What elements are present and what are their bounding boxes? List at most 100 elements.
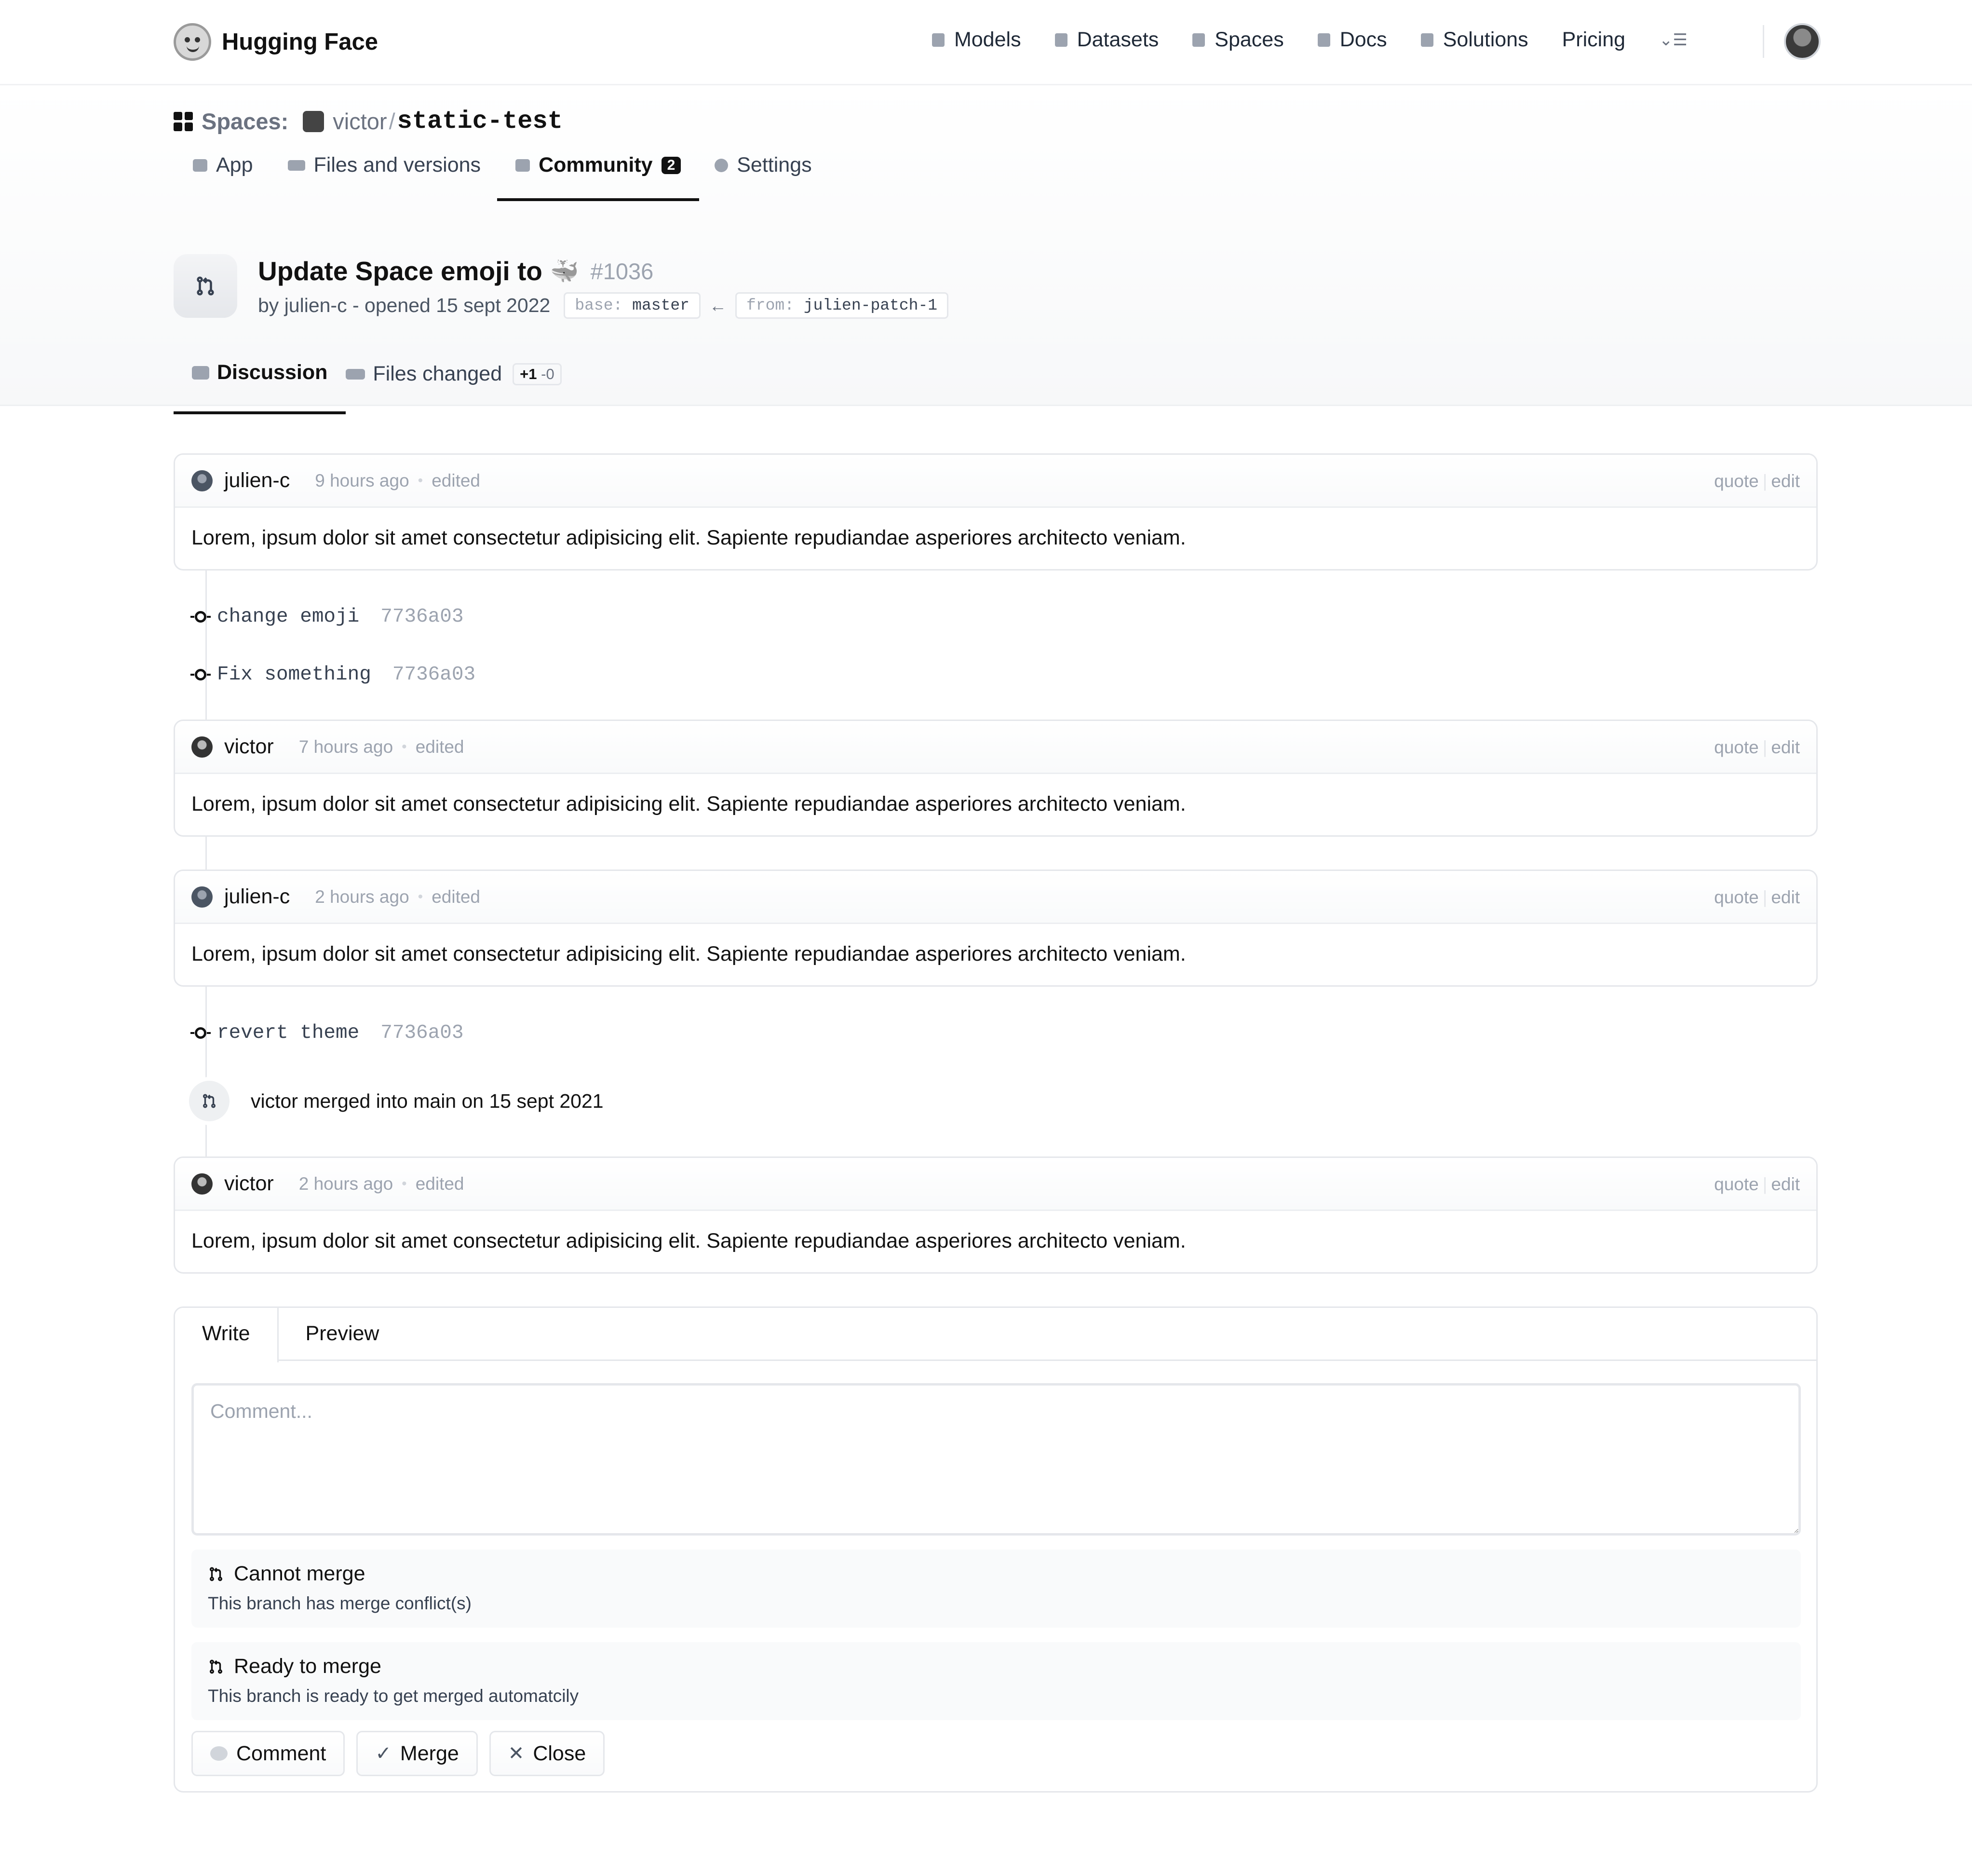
breadcrumb-user[interactable]: victor bbox=[333, 108, 387, 135]
comment-card: victor 7 hours ago • edited quote | edit L… bbox=[174, 720, 1818, 837]
comment-header: julien-c 2 hours ago • edited quote | edit bbox=[175, 871, 1816, 924]
brand-logo-link[interactable]: Hugging Face bbox=[174, 23, 378, 61]
breadcrumb-section[interactable]: Spaces: bbox=[202, 108, 288, 135]
avatar[interactable] bbox=[191, 1173, 213, 1195]
diff-stats-badge: +1 -0 bbox=[513, 363, 562, 385]
comment-input[interactable] bbox=[191, 1383, 1801, 1536]
edit-button[interactable]: edit bbox=[1771, 471, 1800, 491]
pull-request-icon bbox=[174, 254, 237, 318]
edited-label[interactable]: edited bbox=[416, 737, 464, 757]
nav-solutions[interactable]: Solutions bbox=[1420, 28, 1528, 52]
edit-button[interactable]: edit bbox=[1771, 737, 1800, 757]
comment-card: julien-c 2 hours ago • edited quote | edit… bbox=[174, 870, 1818, 987]
avatar[interactable] bbox=[191, 470, 213, 491]
from-branch-key: from: bbox=[746, 297, 795, 314]
pr-author-date: by julien-c - opened 15 sept 2022 bbox=[258, 294, 551, 316]
tab-files[interactable]: Files and versions bbox=[287, 153, 500, 201]
spaces-icon bbox=[174, 111, 193, 131]
merge-button[interactable]: ✓ Merge bbox=[356, 1731, 478, 1776]
nav-docs[interactable]: Docs bbox=[1317, 28, 1387, 52]
nav-pricing[interactable]: Pricing bbox=[1562, 28, 1625, 52]
brand-name: Hugging Face bbox=[222, 29, 378, 55]
comment-author[interactable]: julien-c bbox=[224, 469, 290, 492]
nav-spaces-label: Spaces bbox=[1215, 28, 1284, 51]
comment-time: 2 hours ago bbox=[298, 1173, 393, 1194]
comment-header: julien-c 9 hours ago • edited quote | edit bbox=[175, 455, 1816, 508]
edited-label[interactable]: edited bbox=[416, 1174, 464, 1194]
tab-community[interactable]: Community 2 bbox=[497, 153, 700, 201]
comment-author[interactable]: julien-c bbox=[224, 885, 290, 909]
avatar[interactable] bbox=[191, 736, 213, 758]
comment-card: victor 2 hours ago • edited quote | edit L… bbox=[174, 1156, 1818, 1274]
separator-dot: • bbox=[402, 738, 407, 755]
comment-actions: quote | edit bbox=[1714, 737, 1800, 757]
pull-request-icon bbox=[209, 1659, 223, 1673]
merge-status-ready: Ready to merge This branch is ready to g… bbox=[191, 1642, 1801, 1720]
tab-preview[interactable]: Preview bbox=[279, 1308, 406, 1359]
nav-datasets[interactable]: Datasets bbox=[1054, 28, 1159, 52]
pr-title-text: Update Space emoji to bbox=[258, 256, 542, 286]
nav-solutions-label: Solutions bbox=[1443, 28, 1528, 51]
merge-status-description: This branch has merge conflict(s) bbox=[208, 1593, 472, 1613]
tab-files-changed-label: Files changed bbox=[373, 362, 502, 385]
chat-bubble-icon bbox=[210, 1746, 228, 1761]
cube-icon bbox=[193, 159, 207, 172]
comment-time: 2 hours ago bbox=[315, 886, 409, 907]
branch-arrow: ← bbox=[709, 295, 727, 315]
merge-event: victor merged into main on 15 sept 2021 bbox=[185, 1077, 604, 1125]
nav-models[interactable]: Models bbox=[932, 28, 1021, 52]
check-icon: ✓ bbox=[375, 1743, 392, 1764]
tab-community-label: Community bbox=[539, 153, 653, 177]
comment-author[interactable]: victor bbox=[224, 1172, 274, 1196]
merge-button-label: Merge bbox=[400, 1741, 459, 1765]
comment-header: victor 7 hours ago • edited quote | edit bbox=[175, 721, 1816, 774]
commit-message[interactable]: Fix something bbox=[217, 664, 371, 686]
merge-status-blocked: Cannot merge This branch has merge confl… bbox=[191, 1550, 1801, 1628]
avatar[interactable] bbox=[191, 886, 213, 908]
nav-docs-label: Docs bbox=[1339, 28, 1387, 51]
nav-datasets-label: Datasets bbox=[1077, 28, 1159, 51]
user-avatar[interactable] bbox=[1784, 23, 1821, 60]
tab-write[interactable]: Write bbox=[175, 1308, 279, 1362]
quote-button[interactable]: quote bbox=[1714, 1174, 1759, 1194]
quote-button[interactable]: quote bbox=[1714, 737, 1759, 757]
pr-number: #1036 bbox=[590, 258, 654, 284]
quote-button[interactable]: quote bbox=[1714, 471, 1759, 491]
commit-sha[interactable]: 7736a03 bbox=[380, 606, 463, 628]
book-icon bbox=[1317, 33, 1330, 47]
commit-sha[interactable]: 7736a03 bbox=[380, 1022, 463, 1044]
merge-status-title: Cannot merge bbox=[208, 1562, 1784, 1586]
edited-label[interactable]: edited bbox=[432, 471, 480, 491]
commit-message[interactable]: change emoji bbox=[217, 606, 359, 628]
close-button[interactable]: ✕ Close bbox=[489, 1731, 605, 1776]
edit-button[interactable]: edit bbox=[1771, 887, 1800, 907]
menu-icon[interactable]: ⌄☰ bbox=[1659, 30, 1688, 50]
nav-spaces[interactable]: Spaces bbox=[1192, 28, 1284, 52]
quote-button[interactable]: quote bbox=[1714, 887, 1759, 907]
breadcrumb: Spaces: victor / static-test bbox=[174, 107, 563, 136]
repo-tabs: App Files and versions Community 2 Settin… bbox=[193, 153, 847, 201]
tab-files-changed[interactable]: Files changed +1 -0 bbox=[346, 362, 580, 413]
commit-icon bbox=[190, 669, 211, 680]
gear-icon bbox=[715, 158, 729, 172]
commit-message[interactable]: revert theme bbox=[217, 1022, 359, 1044]
pr-tabs: Discussion Files changed +1 -0 bbox=[174, 361, 580, 414]
comment-author[interactable]: victor bbox=[224, 735, 274, 759]
tab-app[interactable]: App bbox=[193, 153, 272, 201]
edit-button[interactable]: edit bbox=[1771, 1174, 1800, 1194]
tab-settings[interactable]: Settings bbox=[715, 153, 831, 201]
comment-button[interactable]: Comment bbox=[191, 1731, 345, 1776]
nav-links: Models Datasets Spaces Docs Solutions Pr… bbox=[932, 28, 1688, 52]
comment-actions: quote | edit bbox=[1714, 1174, 1800, 1194]
separator-dot: • bbox=[402, 1175, 407, 1192]
comment-body: Lorem, ipsum dolor sit amet consectetur … bbox=[191, 792, 1186, 816]
edited-label[interactable]: edited bbox=[432, 887, 480, 907]
separator-dot: • bbox=[418, 472, 423, 489]
breadcrumb-repo[interactable]: static-test bbox=[397, 107, 563, 136]
cube-icon bbox=[932, 33, 945, 47]
pr-meta: by julien-c - opened 15 sept 2022 base: … bbox=[258, 292, 949, 319]
tab-discussion[interactable]: Discussion bbox=[174, 361, 346, 414]
merge-status-description: This branch is ready to get merged autom… bbox=[208, 1686, 579, 1706]
merge-status-label: Ready to merge bbox=[234, 1655, 381, 1678]
commit-sha[interactable]: 7736a03 bbox=[392, 664, 475, 686]
